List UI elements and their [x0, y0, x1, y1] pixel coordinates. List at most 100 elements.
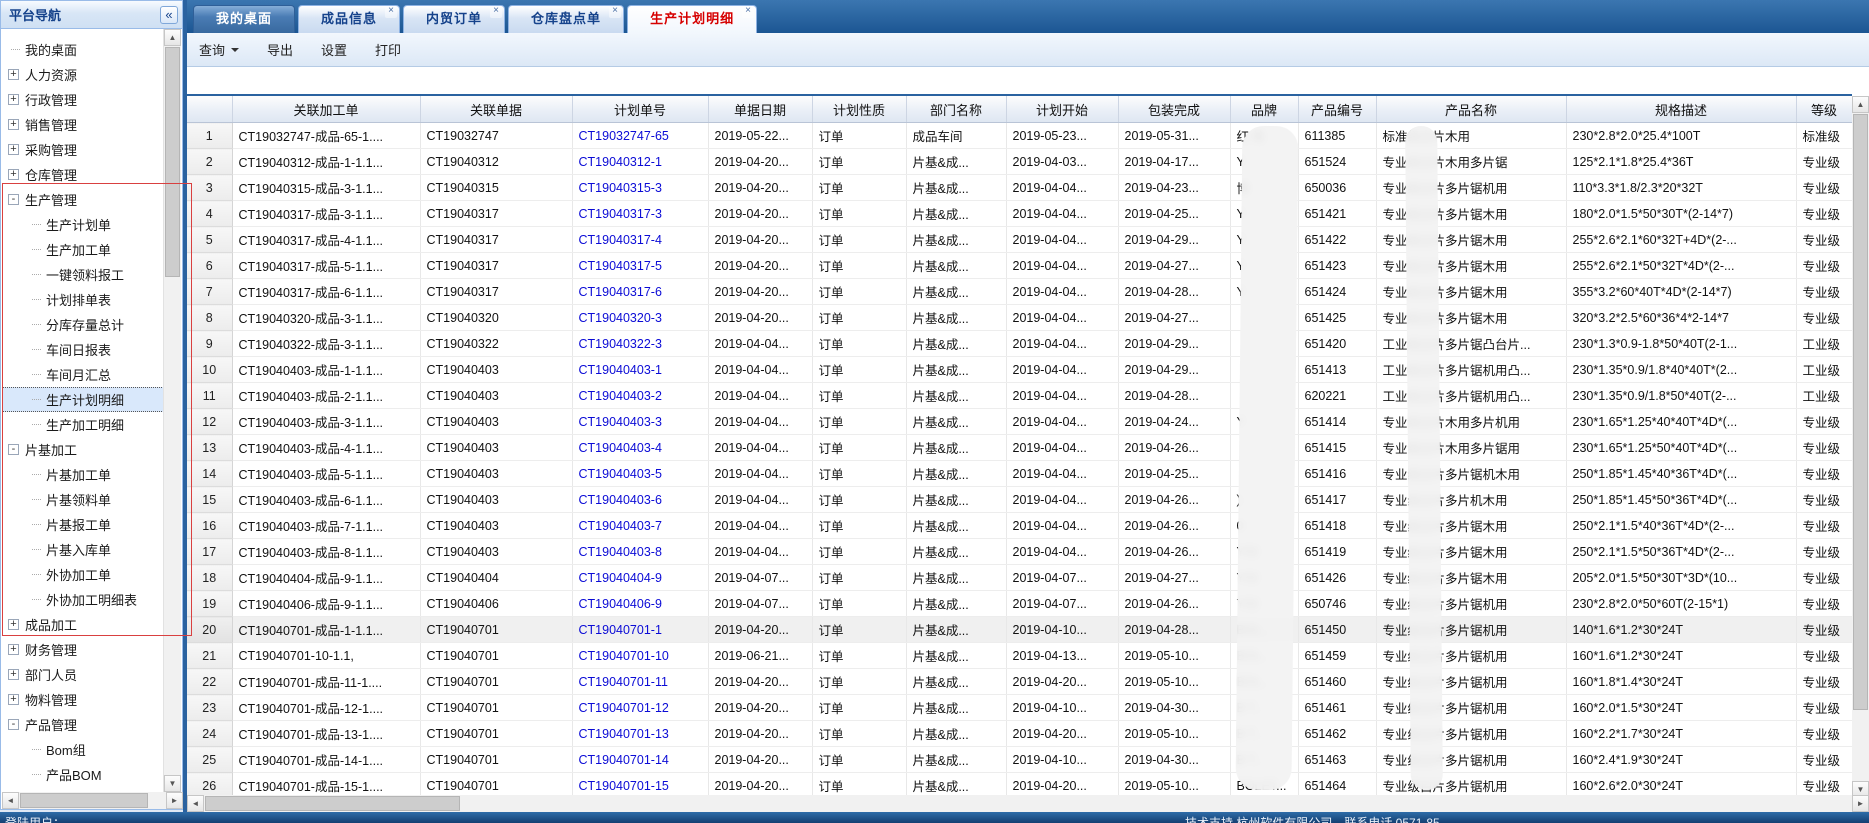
collapse-panel-icon[interactable]: «	[160, 6, 178, 24]
plan-no-link[interactable]: CT19040701-12	[572, 695, 708, 721]
column-header-等级[interactable]: 等级	[1796, 96, 1852, 123]
sidebar-item-我的桌面[interactable]: 我的桌面	[2, 37, 166, 62]
column-header-关联单据[interactable]: 关联单据	[420, 96, 572, 123]
sidebar-item-片基加工[interactable]: -片基加工	[2, 437, 166, 462]
plan-no-link[interactable]: CT19040403-8	[572, 539, 708, 565]
plan-no-link[interactable]: CT19040701-11	[572, 669, 708, 695]
collapse-node-icon[interactable]: -	[8, 444, 19, 455]
expand-icon[interactable]: +	[8, 619, 19, 630]
plan-no-link[interactable]: CT19040701-1	[572, 617, 708, 643]
expand-icon[interactable]: +	[8, 669, 19, 680]
table-row[interactable]: 12CT19040403-成品-3-1.1...CT19040403CT1904…	[187, 409, 1852, 435]
plan-no-link[interactable]: CT19040403-6	[572, 487, 708, 513]
table-row[interactable]: 20CT19040701-成品-1-1.1...CT19040701CT1904…	[187, 617, 1852, 643]
sidebar-item-一键领料报工[interactable]: 一键领料报工	[2, 262, 166, 287]
expand-icon[interactable]: +	[8, 144, 19, 155]
column-header-规格描述[interactable]: 规格描述	[1566, 96, 1796, 123]
tab-成品信息[interactable]: 成品信息×	[298, 5, 400, 33]
plan-no-link[interactable]: CT19040701-13	[572, 721, 708, 747]
table-row[interactable]: 1CT19032747-成品-65-1....CT19032747CT19032…	[187, 123, 1852, 149]
row-number-header[interactable]	[187, 96, 232, 123]
plan-no-link[interactable]: CT19040317-6	[572, 279, 708, 305]
sidebar-item-外协加工单[interactable]: 外协加工单	[2, 562, 166, 587]
sidebar-item-行政管理[interactable]: +行政管理	[2, 87, 166, 112]
column-header-包装完成[interactable]: 包装完成	[1118, 96, 1230, 123]
scroll-right-button[interactable]: ►	[1852, 795, 1869, 812]
collapse-node-icon[interactable]: -	[8, 194, 19, 205]
tab-我的桌面[interactable]: 我的桌面	[193, 5, 295, 33]
plan-no-link[interactable]: CT19040317-4	[572, 227, 708, 253]
grid-horizontal-scrollbar[interactable]: ◄ ►	[187, 795, 1869, 812]
sidebar-item-片基加工单[interactable]: 片基加工单	[2, 462, 166, 487]
column-header-计划开始[interactable]: 计划开始	[1006, 96, 1118, 123]
table-row[interactable]: 21CT19040701-10-1.1,CT19040701CT19040701…	[187, 643, 1852, 669]
plan-no-link[interactable]: CT19040403-5	[572, 461, 708, 487]
table-row[interactable]: 15CT19040403-成品-6-1.1...CT19040403CT1904…	[187, 487, 1852, 513]
table-row[interactable]: 23CT19040701-成品-12-1....CT19040701CT1904…	[187, 695, 1852, 721]
sidebar-item-产品BOM[interactable]: 产品BOM	[2, 762, 166, 787]
table-row[interactable]: 25CT19040701-成品-14-1....CT19040701CT1904…	[187, 747, 1852, 773]
column-header-单据日期[interactable]: 单据日期	[708, 96, 812, 123]
toolbar-button-设置[interactable]: 设置	[321, 40, 347, 59]
sidebar-item-生产加工明细[interactable]: 生产加工明细	[2, 412, 166, 437]
column-header-计划性质[interactable]: 计划性质	[812, 96, 906, 123]
scroll-down-button[interactable]: ▼	[164, 775, 181, 792]
sidebar-item-片基报工单[interactable]: 片基报工单	[2, 512, 166, 537]
plan-no-link[interactable]: CT19040406-9	[572, 591, 708, 617]
table-row[interactable]: 22CT19040701-成品-11-1....CT19040701CT1904…	[187, 669, 1852, 695]
plan-no-link[interactable]: CT19040403-3	[572, 409, 708, 435]
table-row[interactable]: 4CT19040317-成品-3-1.1...CT19040317CT19040…	[187, 201, 1852, 227]
expand-icon[interactable]: +	[8, 169, 19, 180]
sidebar-item-采购管理[interactable]: +采购管理	[2, 137, 166, 162]
sidebar-item-财务管理[interactable]: +财务管理	[2, 637, 166, 662]
tab-close-icon[interactable]: ×	[742, 6, 754, 18]
column-header-产品编号[interactable]: 产品编号	[1298, 96, 1376, 123]
tab-close-icon[interactable]: ×	[385, 6, 397, 18]
sidebar-item-仓库管理[interactable]: +仓库管理	[2, 162, 166, 187]
tab-内贸订单[interactable]: 内贸订单×	[403, 5, 505, 33]
table-row[interactable]: 6CT19040317-成品-5-1.1...CT19040317CT19040…	[187, 253, 1852, 279]
table-row[interactable]: 10CT19040403-成品-1-1.1...CT19040403CT1904…	[187, 357, 1852, 383]
sidebar-item-车间月汇总[interactable]: 车间月汇总	[2, 362, 166, 387]
tab-close-icon[interactable]: ×	[490, 6, 502, 18]
table-row[interactable]: 8CT19040320-成品-3-1.1...CT19040320CT19040…	[187, 305, 1852, 331]
plan-no-link[interactable]: CT19040317-3	[572, 201, 708, 227]
sidebar-item-成品加工[interactable]: +成品加工	[2, 612, 166, 637]
expand-icon[interactable]: +	[8, 69, 19, 80]
sidebar-item-片基领料单[interactable]: 片基领料单	[2, 487, 166, 512]
plan-no-link[interactable]: CT19040701-10	[572, 643, 708, 669]
column-header-计划单号[interactable]: 计划单号	[572, 96, 708, 123]
plan-no-link[interactable]: CT19040404-9	[572, 565, 708, 591]
plan-no-link[interactable]: CT19040317-5	[572, 253, 708, 279]
table-row[interactable]: 17CT19040403-成品-8-1.1...CT19040403CT1904…	[187, 539, 1852, 565]
expand-icon[interactable]: +	[8, 119, 19, 130]
tab-仓库盘点单[interactable]: 仓库盘点单×	[508, 5, 624, 33]
plan-no-link[interactable]: CT19040403-7	[572, 513, 708, 539]
table-row[interactable]: 13CT19040403-成品-4-1.1...CT19040403CT1904…	[187, 435, 1852, 461]
sidebar-horizontal-scrollbar[interactable]: ◄ ►	[2, 792, 183, 809]
plan-no-link[interactable]: CT19040403-4	[572, 435, 708, 461]
table-row[interactable]: 14CT19040403-成品-5-1.1...CT19040403CT1904…	[187, 461, 1852, 487]
column-header-品牌[interactable]: 品牌	[1230, 96, 1298, 123]
plan-no-link[interactable]: CT19040315-3	[572, 175, 708, 201]
expand-icon[interactable]: +	[8, 694, 19, 705]
collapse-node-icon[interactable]: -	[8, 719, 19, 730]
column-header-产品名称[interactable]: 产品名称	[1376, 96, 1566, 123]
plan-no-link[interactable]: CT19040403-2	[572, 383, 708, 409]
toolbar-button-打印[interactable]: 打印	[375, 40, 401, 59]
expand-icon[interactable]: +	[8, 644, 19, 655]
plan-no-link[interactable]: CT19040403-1	[572, 357, 708, 383]
table-row[interactable]: 18CT19040404-成品-9-1.1...CT19040404CT1904…	[187, 565, 1852, 591]
sidebar-item-计划排单表[interactable]: 计划排单表	[2, 287, 166, 312]
plan-no-link[interactable]: CT19040322-3	[572, 331, 708, 357]
tab-生产计划明细[interactable]: 生产计划明细×	[627, 5, 757, 33]
sidebar-item-部门人员[interactable]: +部门人员	[2, 662, 166, 687]
table-row[interactable]: 5CT19040317-成品-4-1.1...CT19040317CT19040…	[187, 227, 1852, 253]
sidebar-item-车间日报表[interactable]: 车间日报表	[2, 337, 166, 362]
sidebar-item-生产加工单[interactable]: 生产加工单	[2, 237, 166, 262]
scroll-left-button[interactable]: ◄	[2, 792, 19, 809]
table-row[interactable]: 7CT19040317-成品-6-1.1...CT19040317CT19040…	[187, 279, 1852, 305]
sidebar-item-片基入库单[interactable]: 片基入库单	[2, 537, 166, 562]
toolbar-button-查询[interactable]: 查询	[199, 40, 239, 59]
scrollbar-thumb[interactable]	[20, 793, 148, 808]
